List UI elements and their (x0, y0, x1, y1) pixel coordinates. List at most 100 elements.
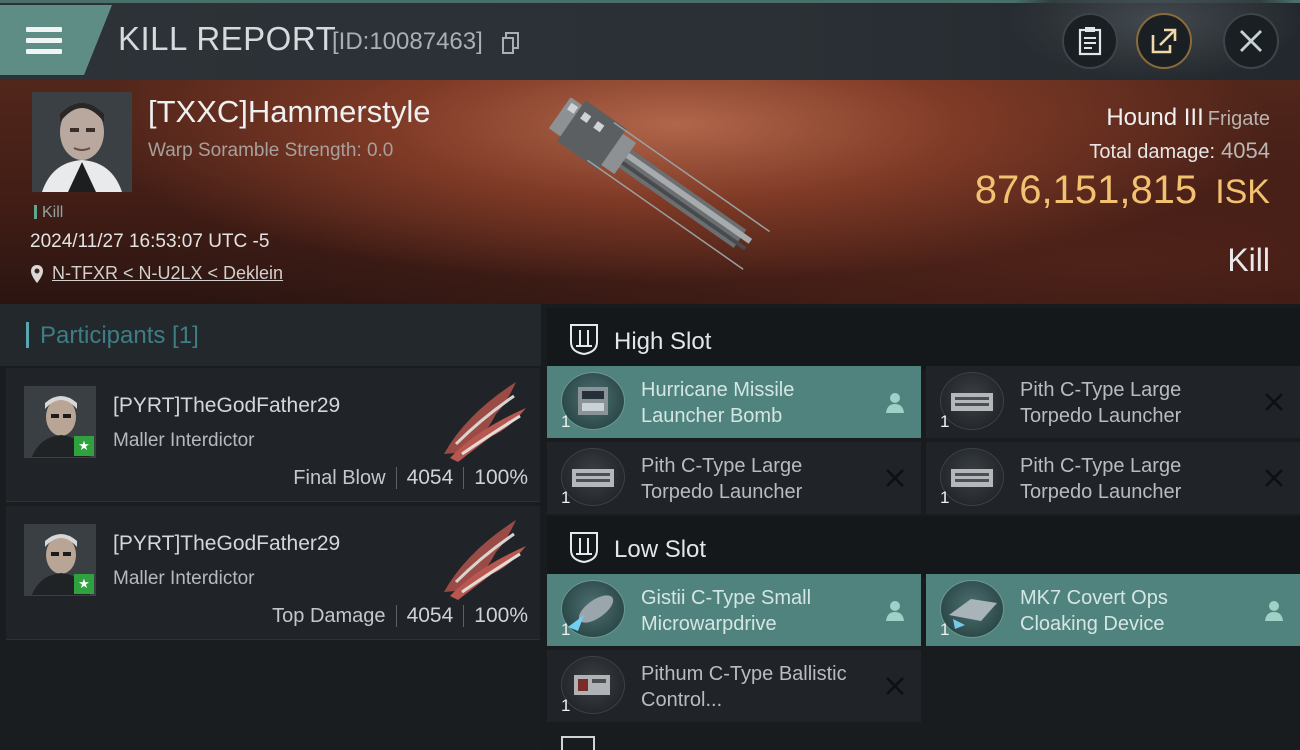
module-quantity: 1 (940, 620, 950, 639)
victim-ship-image (548, 98, 770, 270)
module-icon (561, 656, 625, 714)
header-bar: KILL REPORT [ID:10087463] (0, 0, 1300, 80)
module-icon (940, 448, 1004, 506)
report-button[interactable] (1062, 13, 1118, 69)
close-button[interactable] (1223, 13, 1279, 69)
module-name: Hurricane Missile Launcher Bomb (641, 379, 795, 427)
participant-row[interactable]: ★ [PYRT]TheGodFather29 Maller Interdicto… (6, 368, 540, 502)
divider (395, 605, 397, 627)
kill-datetime: 2024/11/27 16:53:07 UTC -5 (30, 231, 270, 252)
module-icon (561, 580, 625, 638)
module-name: Pith C-Type Large Torpedo Launcher (641, 455, 803, 503)
fitting-panel: High Slot 1 Hurricane Missile Launcher B… (541, 304, 1300, 750)
module-item[interactable]: 1 Gistii C-Type Small Microwarpdrive (547, 574, 921, 646)
participant-ship: Maller Interdictor (113, 568, 255, 589)
total-damage-value: 4054 (1221, 138, 1270, 163)
participant-percent: 100% (474, 466, 528, 489)
participant-role: Final Blow (293, 466, 386, 489)
module-item[interactable]: 1 Pith C-Type Large Torpedo Launcher (926, 366, 1300, 438)
report-id: [ID:10087463] (332, 28, 483, 55)
page-title: KILL REPORT (118, 20, 337, 57)
participants-header: Participants [1] (0, 304, 541, 366)
module-icon (561, 448, 625, 506)
warp-scramble-strength: Warp Soramble Strength: 0.0 (148, 140, 394, 161)
participants-label: Participants [1] (40, 322, 199, 349)
participant-damage: 4054 (406, 604, 454, 627)
close-icon[interactable] (1262, 390, 1286, 414)
participant-stats: Top Damage 4054 100% (272, 604, 528, 628)
module-item[interactable]: 1 Hurricane Missile Launcher Bomb (547, 366, 921, 438)
module-name: Gistii C-Type Small Microwarpdrive (641, 587, 812, 635)
module-quantity: 1 (940, 488, 950, 507)
close-icon[interactable] (1262, 466, 1286, 490)
module-icon (561, 372, 625, 430)
person-icon[interactable] (1262, 598, 1286, 622)
low-slot-icon (570, 532, 598, 564)
menu-button[interactable] (0, 5, 112, 75)
victim-portrait[interactable] (32, 92, 132, 192)
ship-class: Frigate (1207, 108, 1270, 130)
location-link[interactable]: N-TFXR < N-U2LX < Deklein (30, 263, 283, 284)
result-label: Kill (1227, 242, 1270, 278)
share-icon (1151, 28, 1177, 54)
isk-value: 876,151,815 ISK (975, 168, 1270, 213)
low-slot-label: Low Slot (614, 536, 707, 563)
person-icon[interactable] (883, 598, 907, 622)
high-slot-header: High Slot (547, 308, 1300, 370)
isk-unit: ISK (1215, 173, 1270, 211)
location-pin-icon (31, 264, 43, 283)
share-button[interactable] (1136, 13, 1192, 69)
header-accent (26, 322, 29, 348)
module-icon (940, 580, 1004, 638)
module-icon (940, 372, 1004, 430)
participant-ship-image (444, 520, 526, 600)
module-name: Pith C-Type Large Torpedo Launcher (1020, 379, 1182, 427)
person-icon[interactable] (883, 390, 907, 414)
participant-name[interactable]: [PYRT]TheGodFather29 (113, 532, 340, 556)
module-quantity: 1 (561, 696, 571, 715)
star-badge-icon: ★ (74, 574, 94, 594)
participant-row[interactable]: ★ [PYRT]TheGodFather29 Maller Interdicto… (6, 506, 540, 640)
total-damage-label: Total damage: (1089, 141, 1216, 163)
participant-stats: Final Blow 4054 100% (293, 466, 528, 490)
module-quantity: 1 (561, 620, 571, 639)
next-slot-header-peek (561, 736, 595, 750)
module-item[interactable]: 1 Pith C-Type Large Torpedo Launcher (926, 442, 1300, 514)
victim-ship-name[interactable]: Hound III Frigate (1106, 104, 1270, 132)
victim-banner: [TXXC]Hammerstyle Warp Soramble Strength… (0, 80, 1300, 304)
character-portrait-image (32, 92, 132, 192)
module-item[interactable]: 1 Pithum C-Type Ballistic Control... (547, 650, 921, 722)
participant-percent: 100% (474, 604, 528, 627)
module-name: Pithum C-Type Ballistic Control... (641, 663, 847, 711)
module-name: Pith C-Type Large Torpedo Launcher (1020, 455, 1182, 503)
low-slot-header: Low Slot (547, 516, 1300, 578)
ship-name-text: Hound III (1106, 104, 1204, 131)
close-icon[interactable] (883, 674, 907, 698)
participants-panel: Participants [1] ★ [PYRT]TheGodFather29 … (0, 304, 541, 750)
close-icon (1240, 30, 1262, 52)
location-text: N-TFXR < N-U2LX < Deklein (52, 263, 284, 283)
clipboard-icon (1078, 27, 1102, 56)
total-damage: Total damage: 4054 (1089, 138, 1270, 164)
module-item[interactable]: 1 MK7 Covert Ops Cloaking Device (926, 574, 1300, 646)
module-name: MK7 Covert Ops Cloaking Device (1020, 587, 1168, 635)
divider (463, 467, 465, 489)
module-quantity: 1 (561, 488, 571, 507)
victim-name[interactable]: [TXXC]Hammerstyle (148, 94, 430, 130)
participant-name[interactable]: [PYRT]TheGodFather29 (113, 394, 340, 418)
module-quantity: 1 (940, 412, 950, 431)
hamburger-icon (26, 27, 62, 55)
participant-damage: 4054 (406, 466, 454, 489)
high-slot-icon (570, 324, 598, 356)
star-badge-icon: ★ (74, 436, 94, 456)
divider (463, 605, 465, 627)
participant-role: Top Damage (272, 604, 386, 627)
copy-icon[interactable] (502, 32, 520, 54)
participant-ship-image (444, 382, 526, 462)
divider (395, 467, 397, 489)
isk-amount: 876,151,815 (974, 168, 1198, 212)
close-icon[interactable] (883, 466, 907, 490)
kill-tag: Kill (34, 204, 63, 222)
module-item[interactable]: 1 Pith C-Type Large Torpedo Launcher (547, 442, 921, 514)
participant-ship: Maller Interdictor (113, 430, 255, 451)
